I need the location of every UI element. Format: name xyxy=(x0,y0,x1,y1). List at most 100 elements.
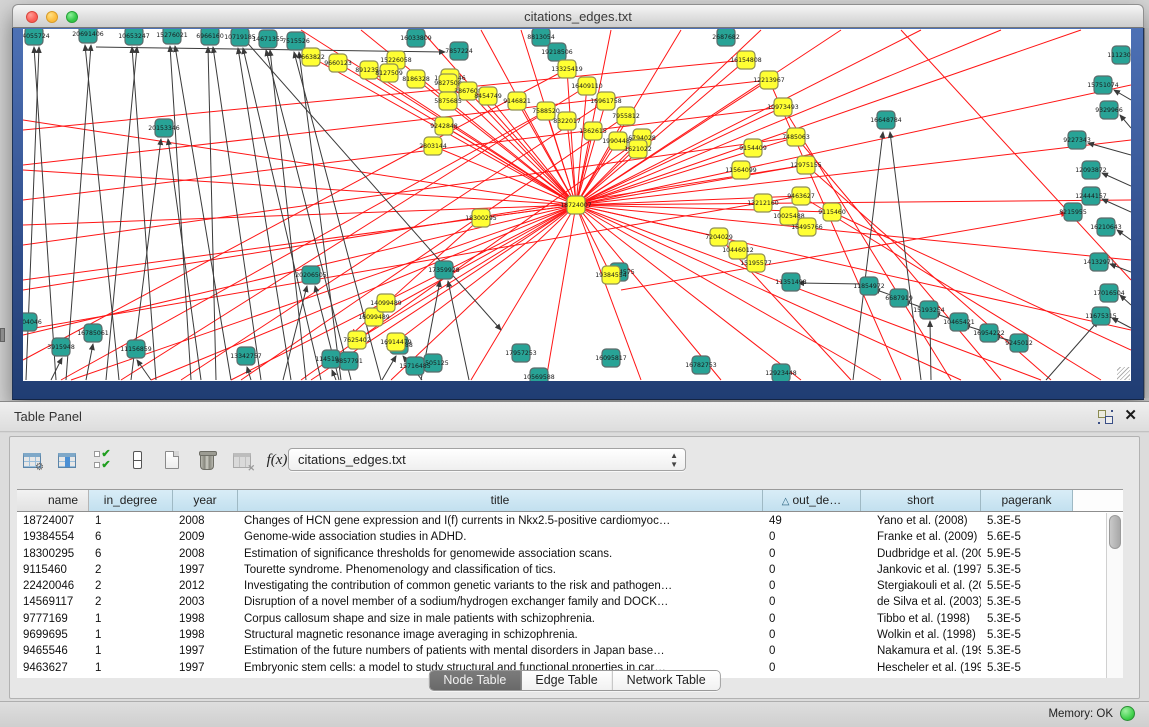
graph-node[interactable]: 11675315 xyxy=(1085,307,1117,325)
table-row[interactable]: 1938455462009Genome-wide association stu… xyxy=(17,529,1106,545)
graph-node[interactable]: 7204029 xyxy=(705,228,733,246)
table-row[interactable]: 977716911998Corpus callosum shape and si… xyxy=(17,611,1106,627)
graph-node-label: 1112304 xyxy=(1107,52,1131,59)
graph-node[interactable]: 9245012 xyxy=(1005,334,1033,352)
graph-node[interactable]: 16961758 xyxy=(590,92,622,110)
network-window[interactable]: citations_edges.txt 14055724 20691406 1065… xyxy=(12,4,1144,400)
float-panel-icon[interactable] xyxy=(1098,410,1113,424)
table-vertical-scrollbar[interactable] xyxy=(1106,513,1123,678)
table-row[interactable]: 1456911722003Disruption of a novel membe… xyxy=(17,594,1106,610)
network-canvas[interactable]: 1405572420691406106532471527602169661601… xyxy=(23,29,1131,381)
graph-node[interactable]: 6687919 xyxy=(885,289,913,307)
close-window-icon[interactable] xyxy=(26,11,38,23)
graph-node[interactable]: 8215955 xyxy=(1059,203,1087,221)
graph-node[interactable]: 11156859 xyxy=(120,340,152,358)
graph-node[interactable]: 6966160 xyxy=(196,29,224,45)
graph-node[interactable]: 12444157 xyxy=(1075,187,1107,205)
graph-node[interactable]: 16782753 xyxy=(685,356,717,374)
graph-node[interactable]: 12975155 xyxy=(790,156,822,174)
graph-node[interactable]: 12213967 xyxy=(753,71,785,89)
graph-node[interactable]: 8204046 xyxy=(23,313,42,331)
graph-edge xyxy=(106,47,137,380)
close-panel-icon[interactable]: ✕ xyxy=(1124,407,1137,425)
graph-node-label: 9660123 xyxy=(324,60,352,67)
zoom-window-icon[interactable] xyxy=(66,11,78,23)
graph-node[interactable]: 9227343 xyxy=(1063,131,1091,149)
graph-node[interactable]: 11854972 xyxy=(853,277,885,295)
graph-node[interactable]: 11351498 xyxy=(775,273,807,291)
graph-node[interactable]: 15276021 xyxy=(156,29,188,44)
canvas-resize-grip[interactable] xyxy=(1117,367,1130,380)
graph-node[interactable]: 16954222 xyxy=(973,324,1005,342)
scrollbar-thumb[interactable] xyxy=(1109,515,1121,549)
table-row[interactable]: 1872400712008Changes of HCN gene express… xyxy=(17,513,1106,529)
graph-node[interactable]: 17016504 xyxy=(1093,284,1125,302)
table-row[interactable]: 2242004622012Investigating the contribut… xyxy=(17,578,1106,594)
table-selector-dropdown[interactable]: citations_edges.txt ▲▼ xyxy=(288,448,686,471)
delete-column-icon[interactable] xyxy=(195,448,219,472)
graph-node[interactable]: 14055724 xyxy=(23,29,50,45)
graph-node-label: 16409110 xyxy=(571,83,603,90)
graph-node[interactable]: 10465421 xyxy=(943,313,975,331)
graph-node[interactable]: 15751074 xyxy=(1087,76,1119,94)
graph-edge xyxy=(1102,199,1131,212)
column-header-name[interactable]: name xyxy=(17,490,89,511)
column-header-short[interactable]: short xyxy=(861,490,981,511)
table-row[interactable]: 969969511998Structural magnetic resonanc… xyxy=(17,627,1106,643)
minimize-window-icon[interactable] xyxy=(46,11,58,23)
table-row[interactable]: 1830029562008Estimation of significance … xyxy=(17,546,1106,562)
new-column-icon[interactable] xyxy=(160,448,184,472)
graph-node[interactable]: 1112304 xyxy=(1107,46,1131,64)
cell-name: 18724007 xyxy=(17,513,89,529)
graph-edge xyxy=(796,137,1001,380)
graph-node[interactable]: 12923448 xyxy=(765,364,797,381)
network-window-titlebar[interactable]: citations_edges.txt xyxy=(12,4,1144,28)
network-graph[interactable]: 1405572420691406106532471527602169661601… xyxy=(23,29,1131,381)
graph-node[interactable]: 2687682 xyxy=(712,29,740,46)
graph-node[interactable]: 15193254 xyxy=(913,301,945,319)
graph-node[interactable]: 10719185 xyxy=(224,29,256,46)
graph-node[interactable]: 7857224 xyxy=(445,42,473,60)
graph-node-label: 2803144 xyxy=(419,143,447,150)
column-header-in_degree[interactable]: in_degree xyxy=(89,490,173,511)
table-row[interactable]: 911546021997Tourette syndrome. Phenomeno… xyxy=(17,562,1106,578)
tab-edge-table[interactable]: Edge Table xyxy=(521,671,612,690)
graph-node[interactable]: 16785061 xyxy=(77,324,109,342)
graph-node[interactable]: 10569588 xyxy=(523,368,555,381)
table-mode-icon[interactable]: ⚙ xyxy=(20,448,44,472)
graph-node[interactable]: 16033809 xyxy=(400,29,432,47)
graph-node-label: 12923448 xyxy=(765,370,797,377)
show-columns-icon[interactable] xyxy=(55,448,79,472)
graph-node[interactable]: 8186328 xyxy=(402,70,430,88)
graph-node[interactable]: 14671355 xyxy=(252,30,284,48)
graph-node-label: 17016504 xyxy=(1093,290,1125,297)
graph-node[interactable]: 2803144 xyxy=(419,137,447,155)
graph-node[interactable]: 10653247 xyxy=(118,29,150,45)
memory-status-icon[interactable] xyxy=(1120,706,1135,721)
tab-network-table[interactable]: Network Table xyxy=(613,671,720,690)
column-header-title[interactable]: title xyxy=(238,490,763,511)
column-header-year[interactable]: year xyxy=(173,490,238,511)
cell-year: 2008 xyxy=(173,546,238,562)
select-rows-icon[interactable]: ✔✔ xyxy=(90,448,114,472)
graph-node[interactable]: 9115460 xyxy=(818,203,846,221)
graph-node[interactable]: 16210643 xyxy=(1090,218,1122,236)
graph-node[interactable]: 17957253 xyxy=(505,344,537,362)
cell-pagerank: 5.5E-5 xyxy=(981,578,1073,594)
graph-node[interactable]: 20691406 xyxy=(72,29,104,43)
column-header-out_degree[interactable]: △out_de… xyxy=(763,490,861,511)
graph-node[interactable]: 7515526 xyxy=(282,32,310,50)
graph-node[interactable]: 16648784 xyxy=(870,111,902,129)
graph-node[interactable]: 12093872 xyxy=(1075,161,1107,179)
graph-node[interactable]: 16154808 xyxy=(730,51,762,69)
graph-node[interactable]: 9329966 xyxy=(1095,101,1123,119)
toggle-panel-icon[interactable] xyxy=(125,448,149,472)
table-row[interactable]: 946554611997Estimation of the future num… xyxy=(17,643,1106,659)
tab-node-table[interactable]: Node Table xyxy=(429,671,521,690)
graph-node[interactable]: 16095817 xyxy=(595,349,627,367)
graph-node[interactable]: 3915948 xyxy=(47,338,75,356)
graph-node[interactable]: 10973493 xyxy=(767,98,799,116)
function-builder-icon[interactable]: f(x) xyxy=(265,448,289,472)
column-header-pagerank[interactable]: pagerank xyxy=(981,490,1073,511)
graph-node[interactable]: 11564099 xyxy=(725,161,757,179)
